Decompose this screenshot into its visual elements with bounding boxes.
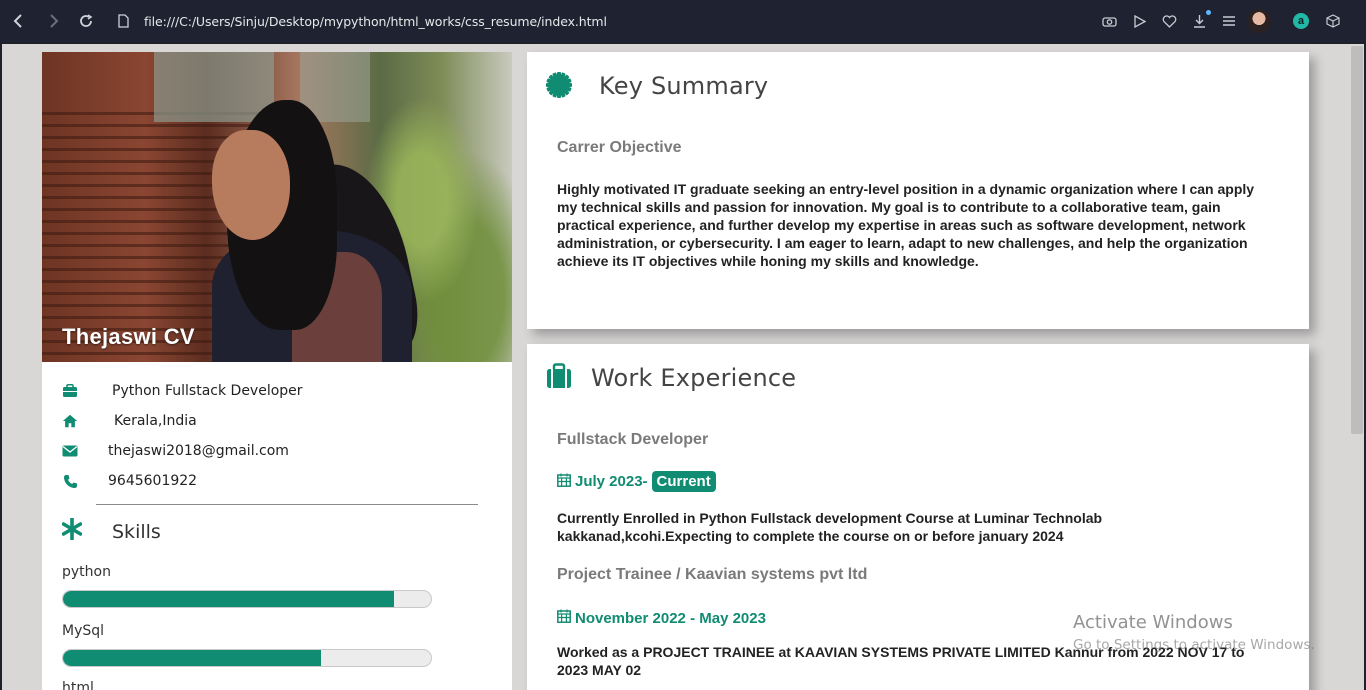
page-viewport: Thejaswi CV Python Fullstack Developer K… bbox=[2, 44, 1350, 690]
envelope-icon bbox=[62, 443, 78, 459]
job-date: November 2022 - May 2023 bbox=[557, 609, 766, 627]
calendar-icon bbox=[557, 473, 571, 491]
location-row: Kerala,India bbox=[62, 410, 197, 432]
profile-name: Thejaswi CV bbox=[62, 324, 195, 349]
calendar-icon bbox=[557, 609, 571, 627]
job-date: July 2023- Current bbox=[557, 471, 716, 492]
work-experience-title: Work Experience bbox=[591, 364, 797, 392]
job-date-text: July 2023- bbox=[575, 473, 648, 490]
menu-icon[interactable] bbox=[1220, 12, 1238, 30]
job-description: Currently Enrolled in Python Fullstack d… bbox=[557, 510, 1103, 544]
badge-gear-icon bbox=[546, 72, 572, 103]
skill-bar-fill-python bbox=[63, 591, 395, 607]
skills-header: Skills bbox=[61, 517, 161, 545]
profile-avatar[interactable] bbox=[1247, 9, 1271, 33]
browser-toolbar: file:///C:/Users/Sinju/Desktop/mypython/… bbox=[0, 0, 1366, 42]
job-title: Fullstack Developer bbox=[557, 431, 709, 448]
download-indicator bbox=[1206, 10, 1211, 15]
section-divider bbox=[96, 504, 478, 505]
heart-icon[interactable] bbox=[1160, 12, 1178, 30]
skill-label-python: python bbox=[62, 564, 111, 580]
job-title: Project Trainee / Kaavian systems pvt lt… bbox=[557, 566, 868, 583]
career-objective-text: Highly motivated IT graduate seeking an … bbox=[557, 181, 1255, 269]
cube-icon[interactable] bbox=[1324, 12, 1342, 30]
download-icon[interactable] bbox=[1190, 12, 1208, 30]
briefcase-icon bbox=[62, 383, 78, 399]
phone-icon bbox=[62, 473, 78, 489]
file-icon bbox=[118, 14, 129, 33]
profile-phone: 9645601922 bbox=[108, 473, 198, 489]
skill-label-html: html bbox=[62, 680, 94, 690]
profile-role: Python Fullstack Developer bbox=[112, 383, 303, 399]
job-date-text: November 2022 - May 2023 bbox=[575, 609, 766, 627]
extension-a-icon[interactable]: a bbox=[1293, 13, 1309, 29]
key-summary-card: Key Summary Carrer Objective Highly moti… bbox=[527, 52, 1309, 329]
back-icon[interactable] bbox=[8, 11, 28, 31]
forward-icon[interactable] bbox=[44, 11, 64, 31]
skills-title: Skills bbox=[112, 520, 161, 543]
email-row: thejaswi2018@gmail.com bbox=[62, 440, 289, 462]
profile-sidebar: Thejaswi CV Python Fullstack Developer K… bbox=[42, 52, 512, 690]
activate-windows-title: Activate Windows bbox=[1073, 612, 1233, 633]
skill-bar-python bbox=[62, 590, 432, 608]
key-summary-title: Key Summary bbox=[599, 72, 769, 100]
current-badge: Current bbox=[651, 471, 716, 492]
send-icon[interactable] bbox=[1130, 12, 1148, 30]
skill-bar-mysql bbox=[62, 649, 432, 667]
scrollbar-thumb[interactable] bbox=[1351, 46, 1363, 434]
phone-row: 9645601922 bbox=[62, 470, 197, 492]
career-objective-heading: Carrer Objective bbox=[557, 139, 682, 156]
suitcase-icon bbox=[546, 363, 572, 394]
home-icon bbox=[62, 413, 78, 429]
asterisk-icon bbox=[61, 517, 83, 545]
camera-icon[interactable] bbox=[1100, 12, 1118, 30]
profile-email[interactable]: thejaswi2018@gmail.com bbox=[108, 443, 289, 459]
profile-location: Kerala,India bbox=[114, 413, 197, 429]
profile-photo: Thejaswi CV bbox=[42, 52, 512, 362]
reload-icon[interactable] bbox=[76, 11, 96, 31]
skill-bar-fill-mysql bbox=[63, 650, 321, 666]
url-text: file:///C:/Users/Sinju/Desktop/mypython/… bbox=[144, 14, 607, 29]
activate-windows-subtitle: Go to Settings to activate Windows. bbox=[1073, 637, 1315, 653]
role-row: Python Fullstack Developer bbox=[62, 380, 303, 402]
skill-label-mysql: MySql bbox=[62, 623, 105, 639]
